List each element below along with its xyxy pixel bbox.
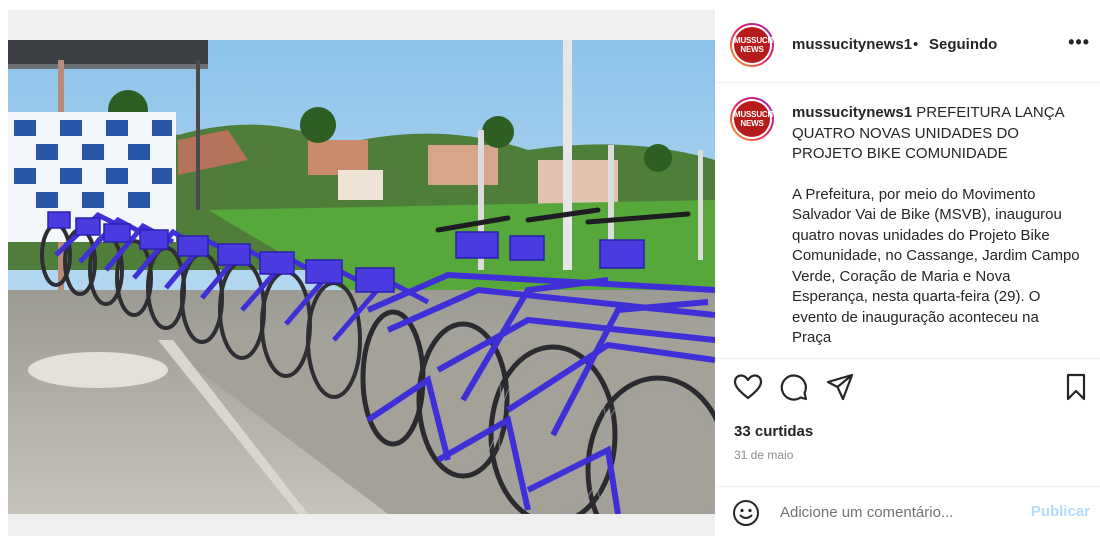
separator-dot: • <box>913 36 919 53</box>
actions-section: 33 curtidas 31 de maio Publicar <box>716 358 1100 537</box>
action-icons <box>716 371 1100 407</box>
post-date[interactable]: 31 de maio <box>734 448 793 462</box>
caption-body: A Prefeitura, por meio do Movimento Salv… <box>792 185 1080 347</box>
publish-button[interactable]: Publicar <box>1031 503 1090 520</box>
post-media <box>8 10 715 536</box>
avatar-logo: MUSSUCITY NEWS <box>734 101 780 137</box>
post-photo[interactable] <box>8 40 715 514</box>
post-header: MUSSUCITY NEWS mussucitynews1 • Seguindo … <box>716 10 1100 83</box>
heart-icon[interactable] <box>732 371 764 403</box>
comment-bar: Publicar <box>716 486 1100 538</box>
post-sidebar: MUSSUCITY NEWS mussucitynews1 • Seguindo … <box>716 10 1100 536</box>
author-username[interactable]: mussucitynews1 <box>792 36 912 53</box>
emoji-icon[interactable] <box>732 499 760 527</box>
more-options-icon[interactable]: ••• <box>1068 32 1090 53</box>
caption-author[interactable]: mussucitynews1 <box>792 104 912 121</box>
likes-count[interactable]: 33 curtidas <box>734 423 813 440</box>
caption-area: MUSSUCITY NEWS mussucitynews1 PREFEITURA … <box>716 83 1100 358</box>
author-avatar[interactable]: MUSSUCITY NEWS <box>730 23 780 67</box>
comment-input[interactable] <box>780 501 1010 523</box>
comment-icon[interactable] <box>778 371 810 403</box>
caption-text: mussucitynews1 PREFEITURA LANÇA QUATRO N… <box>792 103 1082 349</box>
caption-author-avatar[interactable]: MUSSUCITY NEWS <box>730 97 780 141</box>
bookmark-icon[interactable] <box>1060 371 1092 403</box>
avatar-logo: MUSSUCITY NEWS <box>734 27 780 63</box>
share-icon[interactable] <box>824 371 856 403</box>
following-button[interactable]: Seguindo <box>929 36 997 53</box>
bikes-photo <box>8 40 715 514</box>
